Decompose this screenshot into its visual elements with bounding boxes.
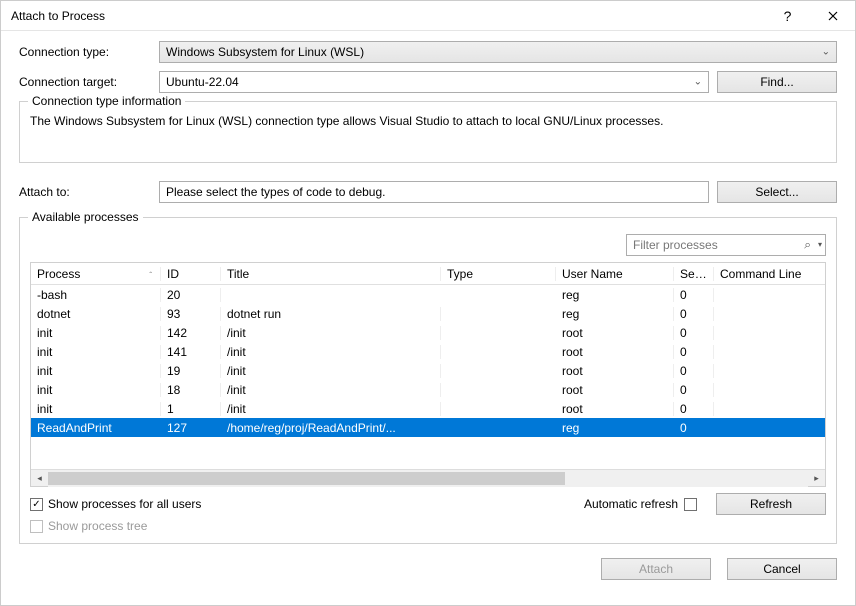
chevron-down-icon: ▾ [818,240,822,249]
cell: 18 [161,383,221,397]
cell: init [31,364,161,378]
cell: 0 [674,326,714,340]
attach-to-field: Please select the types of code to debug… [159,181,709,203]
cell: /init [221,345,441,359]
auto-refresh-checkbox[interactable] [684,498,697,511]
cell: /home/reg/proj/ReadAndPrint/... [221,421,441,435]
col-process[interactable]: Processˆ [31,267,161,281]
connection-type-value: Windows Subsystem for Linux (WSL) [166,45,364,59]
cell: 0 [674,288,714,302]
cell: /init [221,402,441,416]
cell: root [556,345,674,359]
cell: 142 [161,326,221,340]
table-row[interactable]: init1/init root0 [31,399,825,418]
cell: 0 [674,345,714,359]
help-button[interactable]: ? [765,1,810,31]
window-title: Attach to Process [11,9,765,23]
close-button[interactable] [810,1,855,31]
connection-target-label: Connection target: [19,75,159,89]
col-id[interactable]: ID [161,267,221,281]
show-all-users-checkbox[interactable]: ✓ [30,498,43,511]
table-header: Processˆ ID Title Type User Name Ses... … [31,263,825,285]
cell: ReadAndPrint [31,421,161,435]
cell: 141 [161,345,221,359]
chevron-down-icon: ⌄ [694,77,702,88]
show-tree-checkbox [30,520,43,533]
close-icon [828,11,838,21]
cell: 1 [161,402,221,416]
cell: root [556,383,674,397]
connection-target-combo[interactable]: Ubuntu-22.04 ⌄ [159,71,709,93]
search-icon: ⌕ [804,238,811,253]
table-row[interactable]: init142/init root0 [31,323,825,342]
col-user[interactable]: User Name [556,267,674,281]
cell: dotnet run [221,307,441,321]
scroll-track[interactable] [48,470,808,487]
col-type[interactable]: Type [441,267,556,281]
table-row[interactable]: ReadAndPrint127/home/reg/proj/ReadAndPri… [31,418,825,437]
cell: 0 [674,383,714,397]
connection-target-value: Ubuntu-22.04 [166,75,239,89]
table-body: -bash20reg0dotnet93dotnet runreg0init142… [31,285,825,437]
scroll-thumb[interactable] [48,472,565,485]
auto-refresh-label: Automatic refresh [584,497,678,511]
find-button[interactable]: Find... [717,71,837,93]
available-processes-group: Available processes Filter processes ⌕ ▾… [19,217,837,544]
titlebar: Attach to Process ? [1,1,855,31]
cell: 20 [161,288,221,302]
show-all-users-label: Show processes for all users [48,497,201,511]
select-button[interactable]: Select... [717,181,837,203]
cell: /init [221,364,441,378]
cell: reg [556,288,674,302]
cell: root [556,364,674,378]
filter-placeholder: Filter processes [633,238,718,252]
cell: 0 [674,364,714,378]
show-tree-label: Show process tree [48,519,147,533]
cell: init [31,402,161,416]
cell: 127 [161,421,221,435]
cell: -bash [31,288,161,302]
connection-type-info-group: Connection type information The Windows … [19,101,837,163]
process-table: Processˆ ID Title Type User Name Ses... … [30,262,826,487]
table-row[interactable]: -bash20 reg0 [31,285,825,304]
col-session[interactable]: Ses... [674,267,714,281]
table-row[interactable]: init141/init root0 [31,342,825,361]
connection-type-dropdown[interactable]: Windows Subsystem for Linux (WSL) ⌄ [159,41,837,63]
cell: 0 [674,307,714,321]
cell: root [556,326,674,340]
cell: 19 [161,364,221,378]
cell: dotnet [31,307,161,321]
cell: init [31,345,161,359]
cell: reg [556,307,674,321]
attach-button[interactable]: Attach [601,558,711,580]
table-row[interactable]: init19/init root0 [31,361,825,380]
cancel-button[interactable]: Cancel [727,558,837,580]
table-row[interactable]: dotnet93dotnet run reg0 [31,304,825,323]
cell: 93 [161,307,221,321]
col-title[interactable]: Title [221,267,441,281]
cell: 0 [674,402,714,416]
cell: /init [221,383,441,397]
cell: init [31,326,161,340]
col-cmd[interactable]: Command Line [714,267,825,281]
scroll-left-icon[interactable]: ◂ [31,470,48,487]
connection-info-text: The Windows Subsystem for Linux (WSL) co… [30,114,826,128]
group-legend: Connection type information [28,94,185,108]
cell: 0 [674,421,714,435]
attach-to-text: Please select the types of code to debug… [166,185,385,199]
table-row[interactable]: init18/init root0 [31,380,825,399]
sort-asc-icon: ˆ [149,271,152,280]
scroll-right-icon[interactable]: ▸ [808,470,825,487]
chevron-down-icon: ⌄ [822,47,830,58]
refresh-button[interactable]: Refresh [716,493,826,515]
attach-to-label: Attach to: [19,185,159,199]
cell: init [31,383,161,397]
filter-input[interactable]: Filter processes ⌕ ▾ [626,234,826,256]
cell: reg [556,421,674,435]
connection-type-label: Connection type: [19,45,159,59]
cell: /init [221,326,441,340]
group-legend-available: Available processes [28,210,143,224]
cell: root [556,402,674,416]
horizontal-scrollbar[interactable]: ◂ ▸ [31,469,825,486]
